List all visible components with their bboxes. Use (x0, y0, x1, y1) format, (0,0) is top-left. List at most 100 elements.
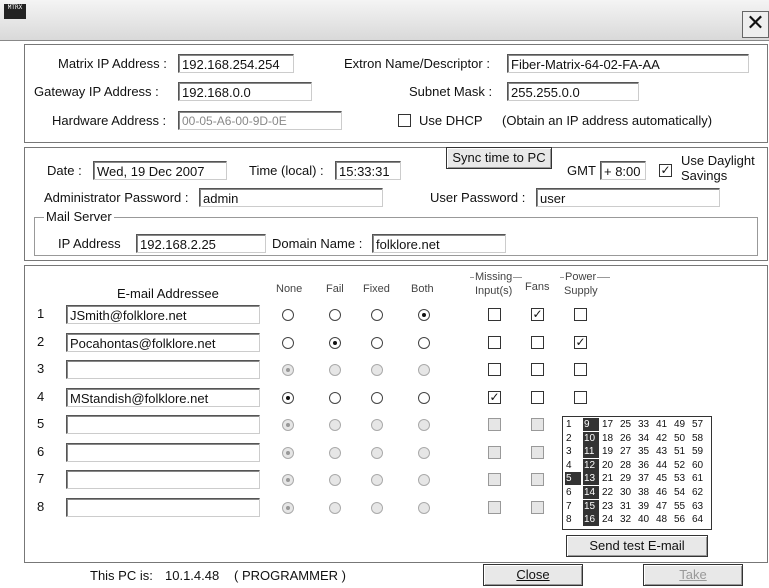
fixed-radio[interactable] (371, 337, 383, 349)
email-addressee-input[interactable]: JSmith@folklore.net (66, 305, 260, 324)
grid-cell: 39 (638, 500, 650, 512)
email-addressee-input[interactable] (66, 443, 260, 462)
none-radio[interactable] (282, 419, 294, 431)
fans-checkbox[interactable] (531, 473, 544, 486)
both-radio[interactable] (418, 337, 430, 349)
sync-time-button[interactable]: Sync time to PC (446, 147, 552, 169)
pc-ip-address: 10.1.4.48 (165, 568, 220, 583)
missing-inputs-checkbox[interactable] (488, 446, 501, 459)
missing-inputs-checkbox[interactable] (488, 418, 501, 431)
power-header-line2: Supply (564, 285, 598, 297)
gateway-ip-field[interactable]: 192.168.0.0 (178, 82, 312, 101)
both-radio[interactable] (418, 502, 430, 514)
gmt-offset-field[interactable]: + 8:00 (600, 161, 646, 180)
fail-radio[interactable] (329, 364, 341, 376)
both-radio[interactable] (418, 419, 430, 431)
fans-checkbox[interactable] (531, 336, 544, 349)
grid-cell: 47 (656, 500, 668, 512)
fans-checkbox[interactable]: ✓ (531, 308, 544, 321)
close-icon[interactable]: ✕ (742, 11, 769, 38)
row-number: 1 (37, 306, 45, 321)
email-addressee-input[interactable] (66, 415, 260, 434)
grid-cell: 10 (583, 431, 599, 445)
fixed-radio[interactable] (371, 474, 383, 486)
both-radio[interactable] (418, 392, 430, 404)
fans-checkbox[interactable] (531, 363, 544, 376)
output-number-grid: 1 2 3 4 5 6 7 8 9 10 11 12 13 14 15 16 17 18 19 20 21 22 23 24 2… (562, 416, 712, 530)
both-radio[interactable] (418, 447, 430, 459)
hardware-address-label: Hardware Address : (52, 113, 167, 128)
missing-header-line1: Missing (474, 271, 514, 283)
email-addressee-input[interactable]: Pocahontas@folklore.net (66, 333, 260, 352)
none-radio[interactable] (282, 474, 294, 486)
fixed-radio[interactable] (371, 309, 383, 321)
fixed-radio[interactable] (371, 392, 383, 404)
both-radio[interactable] (418, 364, 430, 376)
fail-radio[interactable] (329, 474, 341, 486)
fixed-radio[interactable] (371, 419, 383, 431)
this-pc-label: This PC is: (90, 568, 153, 583)
take-button[interactable]: Take (643, 564, 743, 586)
subnet-mask-field[interactable]: 255.255.0.0 (507, 82, 639, 101)
fixed-radio[interactable] (371, 502, 383, 514)
fail-radio[interactable] (329, 447, 341, 459)
missing-header-line2: Input(s) (475, 285, 513, 297)
grid-cell: 35 (638, 446, 650, 458)
email-addressee-input[interactable] (66, 498, 260, 517)
date-field[interactable]: Wed, 19 Dec 2007 (93, 161, 227, 180)
power-supply-checkbox[interactable] (574, 308, 587, 321)
daylight-savings-checkbox[interactable]: ✓ (659, 164, 672, 177)
user-password-field[interactable]: user (536, 188, 720, 207)
email-addressee-input[interactable] (66, 360, 260, 379)
grid-cell: 22 (602, 487, 614, 498)
both-radio[interactable] (418, 309, 430, 321)
extron-name-field[interactable]: Fiber-Matrix-64-02-FA-AA (507, 54, 749, 73)
none-radio[interactable] (282, 309, 294, 321)
use-dhcp-checkbox[interactable] (398, 114, 411, 127)
fail-radio[interactable] (329, 392, 341, 404)
fail-radio[interactable] (329, 337, 341, 349)
fans-checkbox[interactable] (531, 418, 544, 431)
none-radio[interactable] (282, 364, 294, 376)
none-radio[interactable] (282, 337, 294, 349)
email-addressee-input[interactable] (66, 470, 260, 489)
fail-radio[interactable] (329, 502, 341, 514)
matrix-ip-field[interactable]: 192.168.254.254 (178, 54, 294, 73)
admin-password-field[interactable]: admin (199, 188, 383, 207)
fail-radio[interactable] (329, 309, 341, 321)
grid-cell: 27 (620, 446, 632, 458)
fixed-radio[interactable] (371, 447, 383, 459)
grid-cell: 33 (638, 419, 650, 430)
none-radio[interactable] (282, 392, 294, 404)
both-radio[interactable] (418, 474, 430, 486)
missing-inputs-checkbox[interactable] (488, 308, 501, 321)
missing-inputs-checkbox[interactable] (488, 363, 501, 376)
time-field[interactable]: 15:33:31 (335, 161, 401, 180)
user-password-label: User Password : (430, 190, 526, 205)
power-supply-checkbox[interactable]: ✓ (574, 336, 587, 349)
fans-checkbox[interactable] (531, 446, 544, 459)
power-supply-checkbox[interactable] (574, 363, 587, 376)
missing-inputs-checkbox[interactable] (488, 473, 501, 486)
fixed-radio[interactable] (371, 364, 383, 376)
gmt-label: GMT (567, 163, 596, 178)
close-button[interactable]: Close (483, 564, 583, 586)
fans-checkbox[interactable] (531, 501, 544, 514)
missing-inputs-checkbox[interactable] (488, 336, 501, 349)
fail-radio[interactable] (329, 419, 341, 431)
missing-inputs-checkbox[interactable] (488, 501, 501, 514)
none-radio[interactable] (282, 447, 294, 459)
domain-name-field[interactable]: folklore.net (372, 234, 506, 253)
mail-ip-field[interactable]: 192.168.2.25 (136, 234, 266, 253)
none-radio[interactable] (282, 502, 294, 514)
date-label: Date : (47, 163, 82, 178)
fans-checkbox[interactable] (531, 391, 544, 404)
email-addressee-input[interactable]: MStandish@folklore.net (66, 388, 260, 407)
missing-inputs-checkbox[interactable]: ✓ (488, 391, 501, 404)
grid-cell: 59 (692, 446, 704, 458)
hardware-address-field: 00-05-A6-00-9D-0E (178, 111, 342, 130)
power-supply-checkbox[interactable] (574, 391, 587, 404)
grid-cell: 5 (565, 472, 581, 486)
mail-server-legend: Mail Server (44, 209, 114, 224)
send-test-email-button[interactable]: Send test E-mail (566, 535, 708, 557)
